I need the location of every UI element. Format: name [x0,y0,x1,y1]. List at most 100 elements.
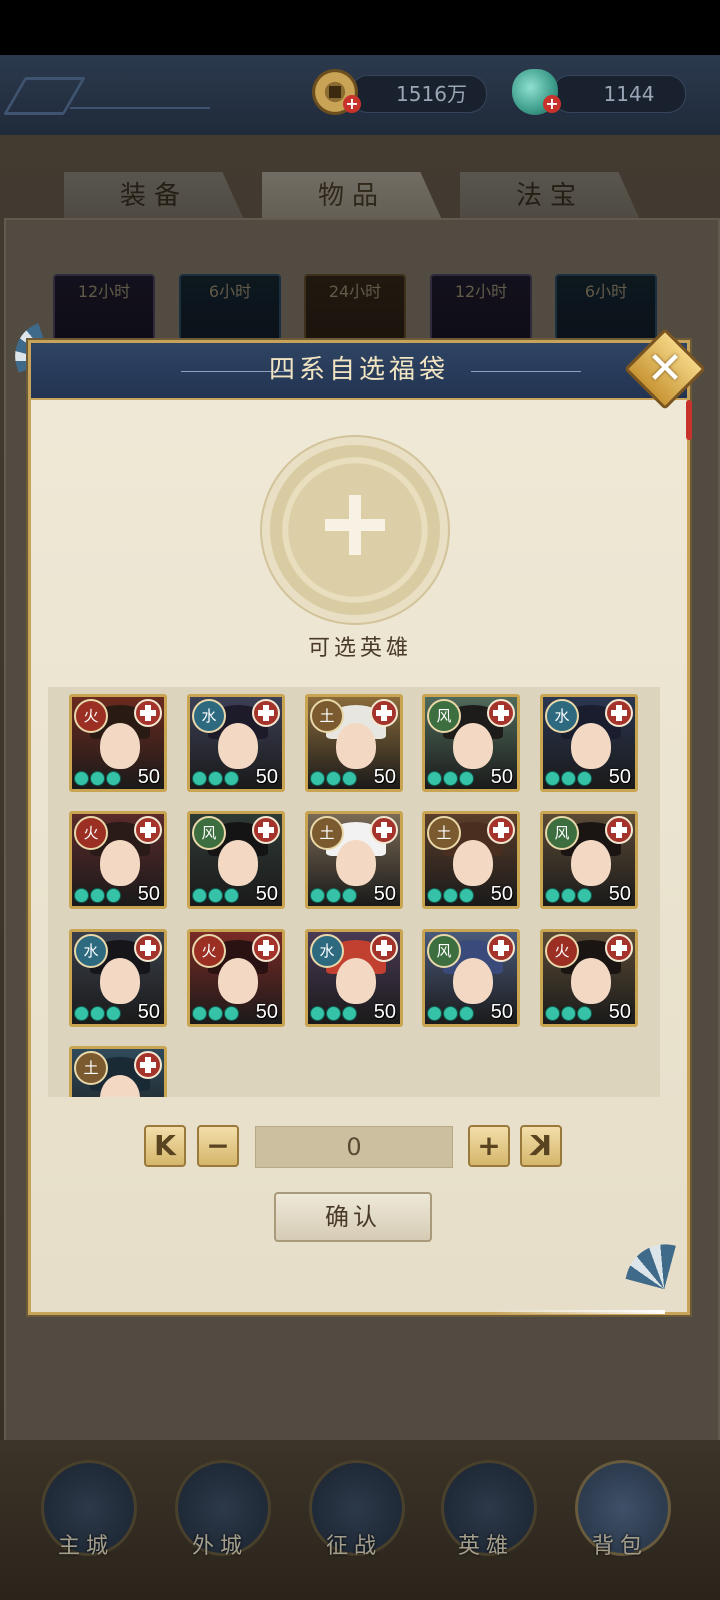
star-icon [224,888,239,903]
fragment-icon [605,699,633,727]
hero-level: 50 [255,1001,278,1023]
coin-counter: 1516万 [350,75,487,113]
hero-level: 50 [608,1001,631,1023]
close-icon: ✕ [646,343,684,394]
star-icon [192,790,207,792]
star-icon [106,888,121,903]
star-icon [224,1006,239,1021]
hero-face [100,840,140,886]
add-coins-button[interactable]: + [343,95,361,113]
star-icon [459,771,474,786]
hero-card[interactable]: 火 50 [69,694,167,792]
decrease-button[interactable]: − [197,1125,239,1167]
fragment-icon [252,816,280,844]
star-rating [192,888,254,904]
fragment-icon [487,816,515,844]
fragment-icon [370,816,398,844]
star-icon [310,888,325,903]
nav-label: 英雄 [457,1534,514,1559]
star-icon [427,790,442,792]
hero-card[interactable]: 风 50 [187,811,285,909]
hero-card[interactable]: 风 50 [540,811,638,909]
top-bar: 1516万 + 1144 + [0,55,720,137]
hero-level: 50 [608,766,631,788]
nav-main-city[interactable]: 主城 [36,1460,137,1580]
star-icon [192,771,207,786]
hero-card[interactable]: 水 50 [69,929,167,1027]
star-rating [74,771,136,787]
hero-card[interactable]: 风 50 [422,694,520,792]
nav-label: 外城 [191,1534,248,1559]
star-icon [224,771,239,786]
earth-element-icon: 土 [310,816,344,850]
max-count-button[interactable]: K [520,1125,562,1167]
quantity-field[interactable]: 0 [255,1126,453,1168]
star-icon [443,888,458,903]
nav-backpack[interactable]: 背包 [570,1460,671,1580]
hero-card[interactable]: 水 50 [540,694,638,792]
hero-face [336,723,376,769]
star-icon [427,888,442,903]
nav-outer-city[interactable]: 外城 [170,1460,271,1580]
nav-heroes[interactable]: 英雄 [436,1460,537,1580]
fire-element-icon: 火 [74,816,108,850]
add-jade-button[interactable]: + [543,95,561,113]
water-element-icon: 水 [192,699,226,733]
star-rating [545,1006,607,1022]
fire-element-icon: 火 [192,934,226,968]
hero-card[interactable]: 土50 [69,1046,167,1097]
star-icon [427,1006,442,1021]
star-icon [310,1006,325,1021]
star-rating [74,1006,136,1022]
star-rating [545,888,607,904]
min-count-button[interactable]: K [144,1125,186,1167]
hero-card[interactable]: 火 50 [69,811,167,909]
star-icon [545,790,560,792]
wind-element-icon: 风 [545,816,579,850]
hero-face [218,840,258,886]
water-element-icon: 水 [74,934,108,968]
nav-campaign[interactable]: 征战 [304,1460,405,1580]
wind-element-icon: 风 [427,934,461,968]
hero-card[interactable]: 水 50 [187,694,285,792]
star-icon [74,1006,89,1021]
confirm-button[interactable]: 确认 [274,1192,432,1242]
star-icon [443,1006,458,1021]
wind-element-icon: 风 [192,816,226,850]
hero-card[interactable]: 土50 [305,694,403,792]
star-icon [106,1006,121,1021]
hero-card[interactable]: 土50 [422,811,520,909]
hero-level: 50 [490,883,513,905]
hero-card[interactable]: 水 50 [305,929,403,1027]
hero-level: 50 [490,1001,513,1023]
dialog-header: 四系自选福袋 [31,343,687,400]
star-icon [427,1025,442,1027]
star-icon [208,771,223,786]
hero-face [571,723,611,769]
star-icon [74,888,89,903]
fragment-icon [370,699,398,727]
increase-button[interactable]: + [468,1125,510,1167]
water-element-icon: 水 [310,934,344,968]
fire-element-icon: 火 [74,699,108,733]
hero-face [100,958,140,1004]
hero-face [100,723,140,769]
hero-card[interactable]: 土50 [305,811,403,909]
hero-level: 50 [255,883,278,905]
star-rating [192,1006,254,1022]
star-icon [545,1006,560,1021]
star-icon [74,790,89,792]
hero-level: 50 [255,766,278,788]
star-icon [310,1025,325,1027]
hero-card[interactable]: 火 50 [187,929,285,1027]
menu-logo-icon[interactable] [3,77,86,115]
star-icon [545,888,560,903]
fragment-icon [252,699,280,727]
star-icon [192,888,207,903]
logo-divider [70,107,210,109]
hero-card[interactable]: 风 50 [422,929,520,1027]
hero-card[interactable]: 火 50 [540,929,638,1027]
star-icon [561,771,576,786]
hero-face [336,958,376,1004]
hero-face [218,723,258,769]
